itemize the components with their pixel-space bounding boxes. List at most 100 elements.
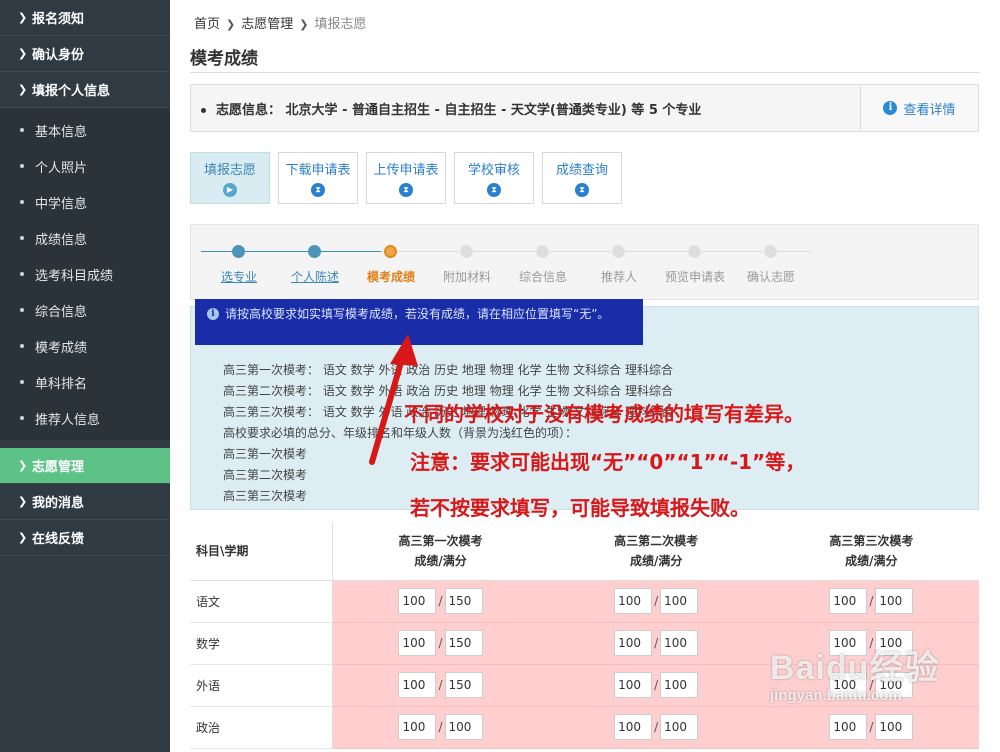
score-input[interactable]: 100 <box>829 714 868 740</box>
sidebar-item-personal-info[interactable]: ❯ 填报个人信息 <box>0 72 170 108</box>
divider <box>190 72 980 73</box>
sidebar-item-confirm-identity[interactable]: ❯ 确认身份 <box>0 36 170 72</box>
breadcrumb-section[interactable]: 志愿管理 <box>241 17 293 32</box>
subject-cell: 数学 <box>190 622 333 665</box>
sidebar-subitem-photo[interactable]: 个人照片 <box>0 148 170 184</box>
view-details-link[interactable]: i 查看详情 <box>860 85 978 131</box>
hourglass-icon: ⧗ <box>311 183 325 197</box>
sidebar-subitem-subject-rank[interactable]: 单科排名 <box>0 364 170 400</box>
step-school-review[interactable]: 学校审核 ⧗ <box>454 152 534 204</box>
progress-step-attachments: 附加材料 <box>442 270 491 284</box>
step-label: 填报志愿 <box>203 163 256 178</box>
annotation-text-line3: 若不按要求填写，可能导致填报失败。 <box>410 496 750 520</box>
progress-dot <box>688 245 701 258</box>
full-score-input[interactable]: 100 <box>660 672 699 698</box>
score-cell: 100/150 <box>332 664 549 707</box>
step-fill-application[interactable]: 填报志愿 ▶ <box>190 152 270 204</box>
step-label: 上传申请表 <box>373 163 439 178</box>
notice-line-label: 高三第二次模考 <box>223 468 308 482</box>
progress-dot <box>536 245 549 258</box>
score-input[interactable]: 100 <box>398 672 437 698</box>
sidebar-item-messages[interactable]: ❯ 我的消息 <box>0 484 170 520</box>
sidebar-subitem-label: 单科排名 <box>35 376 88 392</box>
chevron-right-icon: ❯ <box>18 83 28 96</box>
hourglass-icon: ⧗ <box>399 183 413 197</box>
score-input[interactable]: 100 <box>398 630 437 656</box>
sidebar-subitem-school-info[interactable]: 中学信息 <box>0 184 170 220</box>
progress-step-recommender: 推荐人 <box>600 270 637 284</box>
annotation-text-line2: 注意：要求可能出现“无”“0”“1”“-1”等， <box>410 450 806 474</box>
score-input[interactable]: 100 <box>398 588 437 614</box>
full-score-input[interactable]: 150 <box>444 630 483 656</box>
sidebar-subitem-basic-info[interactable]: 基本信息 <box>0 112 170 148</box>
progress-line-done <box>201 251 381 252</box>
full-score-input[interactable]: 100 <box>660 714 699 740</box>
slash-separator: / <box>438 636 443 650</box>
full-score-input[interactable]: 100 <box>660 588 699 614</box>
info-icon: i <box>207 307 219 320</box>
score-input[interactable]: 100 <box>829 588 868 614</box>
sidebar-subitem-elective-grades[interactable]: 选考科目成绩 <box>0 256 170 292</box>
breadcrumb: 首页 ❯ 志愿管理 ❯ 填报志愿 <box>194 13 366 32</box>
chevron-right-icon: ❯ <box>18 495 28 508</box>
step-upload-form[interactable]: 上传申请表 ⧗ <box>366 152 446 204</box>
step-download-form[interactable]: 下载申请表 ⧗ <box>278 152 358 204</box>
notice-line-label: 高三第二次模考： <box>223 384 320 398</box>
sidebar-item-enrollment-notice[interactable]: ❯ 报名须知 <box>0 0 170 36</box>
progress-step-personal-statement[interactable]: 个人陈述 <box>275 268 355 285</box>
breadcrumb-home[interactable]: 首页 <box>194 17 220 32</box>
chevron-right-icon: ❯ <box>18 531 28 544</box>
table-row: 语文 100/150 100/100 100/100 <box>190 580 979 623</box>
sidebar-subitem-label: 成绩信息 <box>35 232 88 248</box>
full-score-input[interactable]: 100 <box>660 630 699 656</box>
sidebar-subitem-grades[interactable]: 成绩信息 <box>0 220 170 256</box>
sidebar-subitem-mock-exam[interactable]: 模考成绩 <box>0 328 170 364</box>
slash-separator: / <box>869 594 874 608</box>
full-score-input[interactable]: 150 <box>444 588 483 614</box>
step-result-query[interactable]: 成绩查询 ⧗ <box>542 152 622 204</box>
column-title: 高三第二次模考 <box>614 533 699 548</box>
sidebar-item-feedback[interactable]: ❯ 在线反馈 <box>0 520 170 556</box>
score-cell: 100/100 <box>548 580 764 623</box>
notice-line: 高三第三次模考 <box>223 487 307 504</box>
score-cell: 100/100 <box>548 664 764 707</box>
progress-step-select-major[interactable]: 选专业 <box>199 268 279 285</box>
play-icon: ▶ <box>223 183 237 197</box>
info-icon: i <box>883 101 898 115</box>
score-cell: 100/100 <box>763 706 979 749</box>
bullet-icon <box>201 107 206 113</box>
slash-separator: / <box>654 594 659 608</box>
score-cell: 100/150 <box>332 622 549 665</box>
sidebar-subitem-comprehensive[interactable]: 综合信息 <box>0 292 170 328</box>
progress-step-mock-exam[interactable]: 模考成绩 <box>351 268 431 285</box>
score-input[interactable]: 100 <box>614 672 653 698</box>
bullet-icon <box>20 128 24 132</box>
table-column-header: 高三第一次模考 成绩/满分 <box>332 522 549 581</box>
score-input[interactable]: 100 <box>398 714 437 740</box>
score-input[interactable]: 100 <box>614 630 653 656</box>
score-input[interactable]: 100 <box>614 714 653 740</box>
progress-tracker: 选专业 个人陈述 模考成绩 附加材料 综合信息 推荐人 预览申请表 确认志愿 <box>190 224 979 300</box>
watermark-url: jingyan.baidu.com <box>770 687 902 704</box>
full-score-input[interactable]: 100 <box>875 588 914 614</box>
column-subtitle: 成绩/满分 <box>845 553 898 568</box>
sidebar-subitem-recommender[interactable]: 推荐人信息 <box>0 400 170 436</box>
bullet-icon <box>20 344 24 348</box>
workflow-steps: 填报志愿 ▶ 下载申请表 ⧗ 上传申请表 ⧗ 学校审核 ⧗ 成绩查询 ⧗ <box>190 152 630 204</box>
bullet-icon <box>20 416 24 420</box>
step-label: 成绩查询 <box>555 163 608 178</box>
progress-dot <box>612 245 625 258</box>
full-score-input[interactable]: 150 <box>444 672 483 698</box>
sidebar-item-application-management[interactable]: ❯ 志愿管理 <box>0 448 170 484</box>
full-score-input[interactable]: 100 <box>875 714 914 740</box>
notice-line-label: 高三第一次模考： <box>223 363 320 377</box>
notice-line: 高三第一次模考 <box>223 445 307 462</box>
notice-line: 高三第二次模考 <box>223 466 307 483</box>
score-cell: 100/100 <box>763 580 979 623</box>
full-score-input[interactable]: 100 <box>444 714 483 740</box>
page-title: 模考成绩 <box>190 49 258 69</box>
score-input[interactable]: 100 <box>614 588 653 614</box>
chevron-right-icon: ❯ <box>18 459 28 472</box>
slash-separator: / <box>654 720 659 734</box>
notice-line: 高三第二次模考： 语文 数学 外语 政治 历史 地理 物理 化学 生物 文科综合… <box>223 382 673 399</box>
